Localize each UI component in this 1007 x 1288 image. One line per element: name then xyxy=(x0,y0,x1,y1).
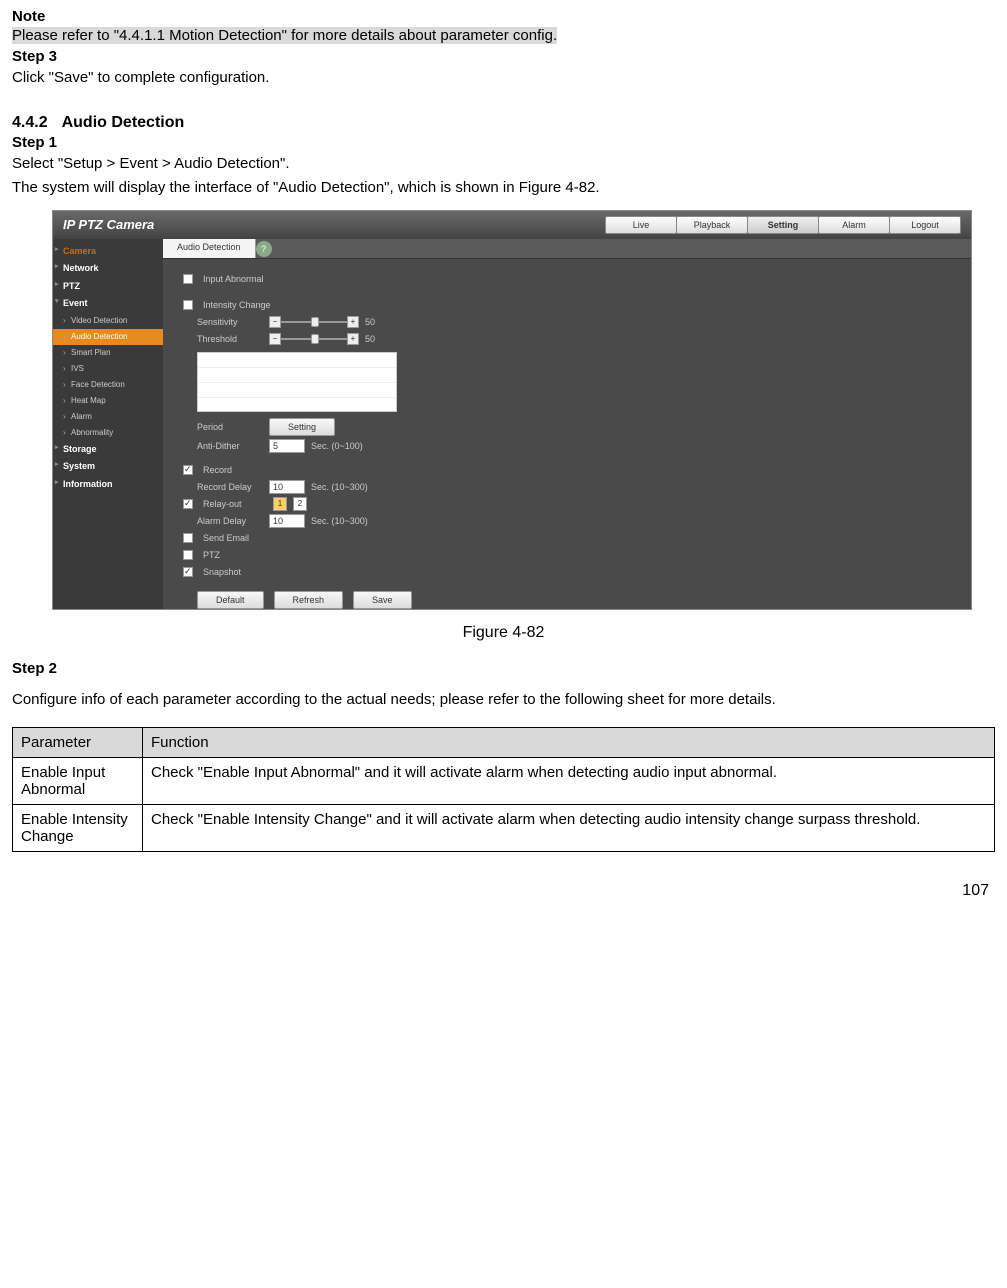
sidebar-item-event[interactable]: Event xyxy=(53,295,163,313)
relay-2-button[interactable]: 2 xyxy=(293,497,307,511)
checkbox-record[interactable] xyxy=(183,465,193,475)
label-period: Period xyxy=(197,422,263,432)
threshold-value: 50 xyxy=(365,334,375,344)
sidebar-item-storage[interactable]: Storage xyxy=(53,441,163,459)
sidebar-item-video-detection[interactable]: Video Detection xyxy=(53,313,163,329)
section-heading: 4.4.2 Audio Detection xyxy=(12,114,995,132)
label-ptz: PTZ xyxy=(203,550,220,560)
sidebar-item-ptz[interactable]: PTZ xyxy=(53,278,163,296)
sidebar-item-abnormality[interactable]: Abnormality xyxy=(53,425,163,441)
note-body: Please refer to "4.4.1.1 Motion Detectio… xyxy=(12,27,557,44)
nav-live[interactable]: Live xyxy=(605,216,677,234)
alarm-delay-input[interactable]: 10 xyxy=(269,514,305,528)
checkbox-intensity-change[interactable] xyxy=(183,300,193,310)
label-record: Record xyxy=(203,465,232,475)
cell-func: Check "Enable Intensity Change" and it w… xyxy=(143,805,995,852)
alarm-delay-unit: Sec. (10~300) xyxy=(311,516,368,526)
cell-param: Enable Intensity Change xyxy=(13,805,143,852)
record-delay-unit: Sec. (10~300) xyxy=(311,482,368,492)
parameter-table: Parameter Function Enable Input Abnormal… xyxy=(12,727,995,852)
app-logo: IP PTZ Camera xyxy=(63,217,154,232)
table-header-function: Function xyxy=(143,728,995,758)
label-sensitivity: Sensitivity xyxy=(197,317,263,327)
sidebar-item-camera[interactable]: Camera xyxy=(53,243,163,261)
slider-threshold[interactable]: −+ xyxy=(269,334,359,344)
screenshot-figure: IP PTZ Camera Live Playback Setting Alar… xyxy=(52,210,972,610)
step2-body: Configure info of each parameter accordi… xyxy=(12,689,995,712)
step1-line1: Select "Setup > Event > Audio Detection"… xyxy=(12,153,995,176)
step1-line2: The system will display the interface of… xyxy=(12,177,995,200)
note-title: Note xyxy=(12,8,995,25)
nav-alarm[interactable]: Alarm xyxy=(818,216,890,234)
sidebar-item-face-detection[interactable]: Face Detection xyxy=(53,377,163,393)
default-button[interactable]: Default xyxy=(197,591,264,609)
relay-1-button[interactable]: 1 xyxy=(273,497,287,511)
step1-title: Step 1 xyxy=(12,134,995,151)
label-relay-out: Relay-out xyxy=(203,499,267,509)
section-title: Audio Detection xyxy=(62,114,185,131)
help-icon[interactable]: ? xyxy=(256,241,272,257)
minus-icon[interactable]: − xyxy=(269,333,281,345)
sidebar-item-ivs[interactable]: IVS xyxy=(53,361,163,377)
label-input-abnormal: Input Abnormal xyxy=(203,274,264,284)
checkbox-relay-out[interactable] xyxy=(183,499,193,509)
label-threshold: Threshold xyxy=(197,334,263,344)
step2-title: Step 2 xyxy=(12,660,995,677)
label-anti-dither: Anti-Dither xyxy=(197,441,263,451)
plus-icon[interactable]: + xyxy=(347,333,359,345)
sidebar-item-heat-map[interactable]: Heat Map xyxy=(53,393,163,409)
nav-playback[interactable]: Playback xyxy=(676,216,748,234)
slider-sensitivity[interactable]: −+ xyxy=(269,317,359,327)
save-button[interactable]: Save xyxy=(353,591,412,609)
nav-setting[interactable]: Setting xyxy=(747,216,819,234)
page-number: 107 xyxy=(12,882,995,900)
checkbox-ptz[interactable] xyxy=(183,550,193,560)
sidebar-item-smart-plan[interactable]: Smart Plan xyxy=(53,345,163,361)
top-nav: Live Playback Setting Alarm Logout xyxy=(606,216,961,234)
sidebar-item-audio-detection[interactable]: Audio Detection xyxy=(53,329,163,345)
waveform-chart xyxy=(197,352,397,412)
sidebar-item-information[interactable]: Information xyxy=(53,476,163,494)
label-intensity-change: Intensity Change xyxy=(203,300,271,310)
checkbox-send-email[interactable] xyxy=(183,533,193,543)
figure-caption: Figure 4-82 xyxy=(12,624,995,642)
period-setting-button[interactable]: Setting xyxy=(269,418,335,436)
cell-param: Enable Input Abnormal xyxy=(13,758,143,805)
checkbox-snapshot[interactable] xyxy=(183,567,193,577)
step3-body: Click "Save" to complete configuration. xyxy=(12,67,995,90)
section-number: 4.4.2 xyxy=(12,114,48,132)
table-row: Enable Input Abnormal Check "Enable Inpu… xyxy=(13,758,995,805)
titlebar: IP PTZ Camera Live Playback Setting Alar… xyxy=(53,211,971,239)
step3-title: Step 3 xyxy=(12,48,995,65)
form: Input Abnormal Intensity Change Sensitiv… xyxy=(163,259,971,619)
table-header-parameter: Parameter xyxy=(13,728,143,758)
checkbox-input-abnormal[interactable] xyxy=(183,274,193,284)
sidebar-item-system[interactable]: System xyxy=(53,458,163,476)
table-row: Enable Intensity Change Check "Enable In… xyxy=(13,805,995,852)
tab-audio-detection[interactable]: Audio Detection xyxy=(163,239,256,258)
sidebar-item-network[interactable]: Network xyxy=(53,260,163,278)
label-snapshot: Snapshot xyxy=(203,567,241,577)
label-record-delay: Record Delay xyxy=(197,482,263,492)
label-alarm-delay: Alarm Delay xyxy=(197,516,263,526)
tabbar: Audio Detection ? xyxy=(163,239,971,259)
sensitivity-value: 50 xyxy=(365,317,375,327)
sidebar-item-alarm[interactable]: Alarm xyxy=(53,409,163,425)
record-delay-input[interactable]: 10 xyxy=(269,480,305,494)
main-panel: Audio Detection ? Input Abnormal Intensi… xyxy=(163,239,971,609)
anti-dither-unit: Sec. (0~100) xyxy=(311,441,363,451)
label-send-email: Send Email xyxy=(203,533,249,543)
plus-icon[interactable]: + xyxy=(347,316,359,328)
minus-icon[interactable]: − xyxy=(269,316,281,328)
cell-func: Check "Enable Input Abnormal" and it wil… xyxy=(143,758,995,805)
refresh-button[interactable]: Refresh xyxy=(274,591,344,609)
nav-logout[interactable]: Logout xyxy=(889,216,961,234)
anti-dither-input[interactable]: 5 xyxy=(269,439,305,453)
sidebar: Camera Network PTZ Event Video Detection… xyxy=(53,239,163,609)
